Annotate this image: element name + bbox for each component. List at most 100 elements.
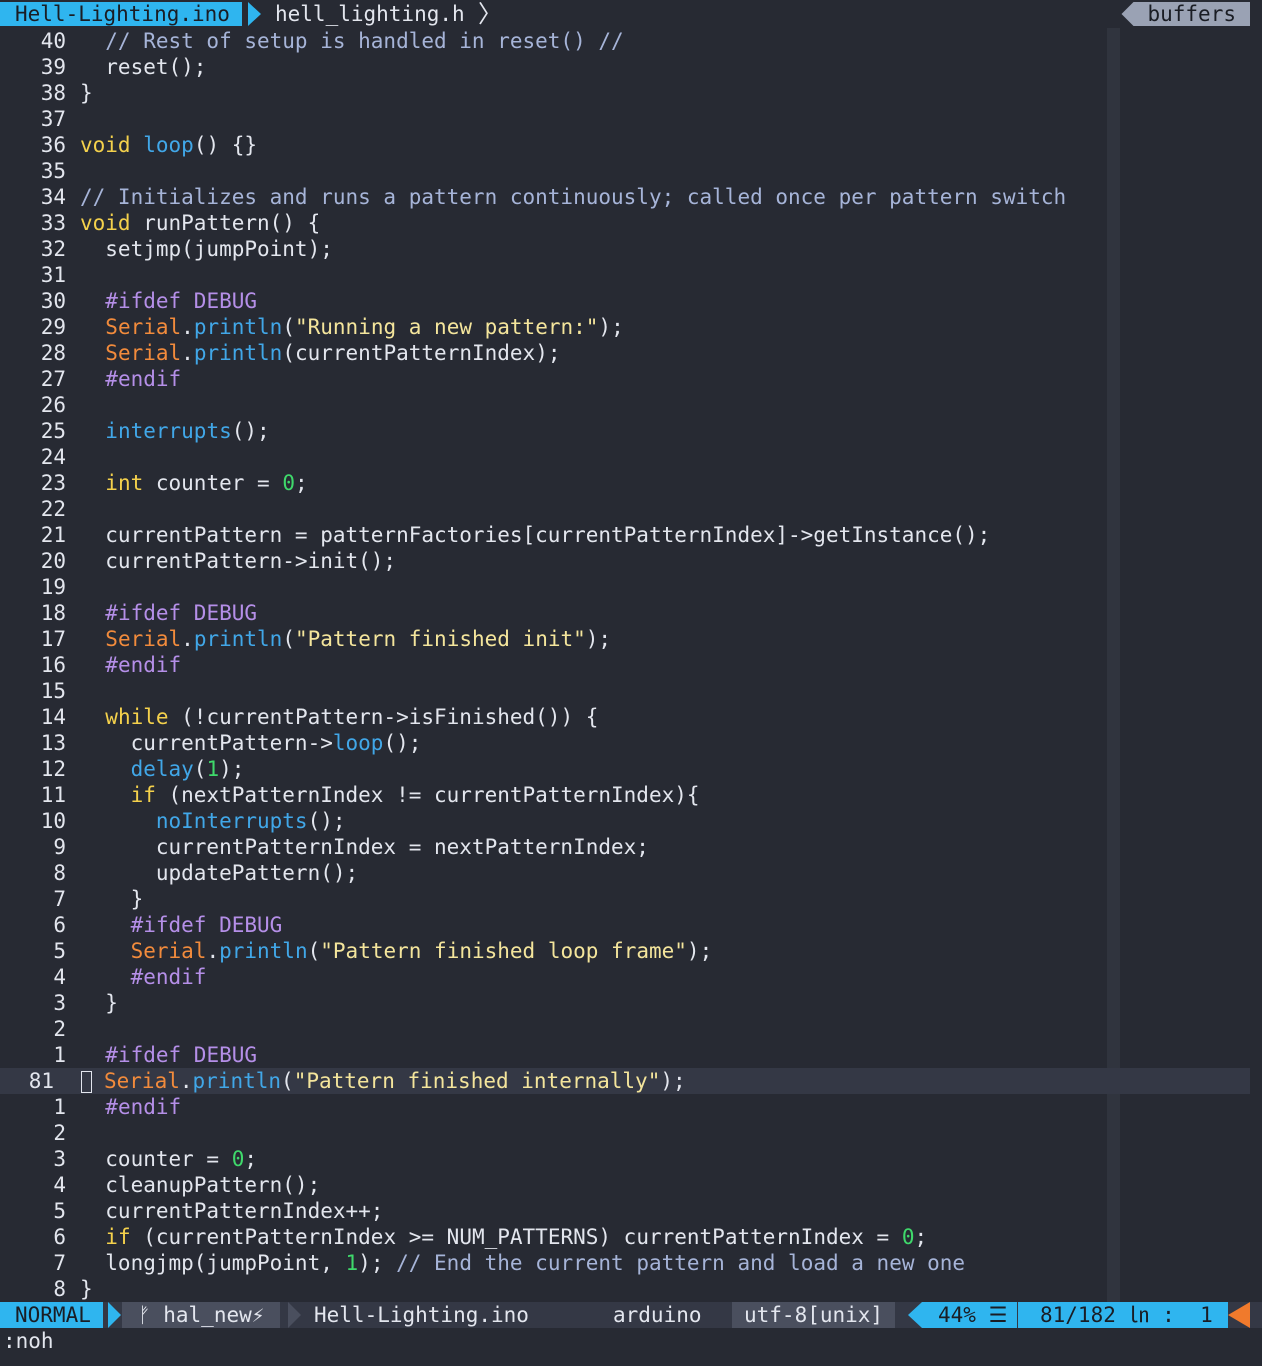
code-line[interactable]: 23 int counter = 0; (0, 470, 1250, 496)
code-line[interactable]: 29 Serial.println("Running a new pattern… (0, 314, 1250, 340)
code-token: Serial (105, 315, 182, 339)
code-text: if (currentPatternIndex >= NUM_PATTERNS)… (80, 1224, 927, 1250)
code-token: } (80, 887, 144, 911)
code-line[interactable]: 33 void runPattern() { (0, 210, 1250, 236)
code-token: // Initializes and runs a pattern contin… (80, 185, 1067, 209)
code-line[interactable]: 40 // Rest of setup is handled in reset(… (0, 28, 1250, 54)
code-line[interactable]: 7 longjmp(jumpPoint, 1); // End the curr… (0, 1250, 1250, 1276)
code-line[interactable]: 8} (0, 1276, 1250, 1302)
code-line[interactable]: 25 interrupts(); (0, 418, 1250, 444)
code-token: if (130, 783, 156, 807)
code-line[interactable]: 4 #endif (0, 964, 1250, 990)
code-line[interactable]: 2 (0, 1120, 1250, 1146)
code-line[interactable]: 7 } (0, 886, 1250, 912)
code-line[interactable]: 5 currentPatternIndex++; (0, 1198, 1250, 1224)
line-number: 5 (53, 1199, 66, 1223)
code-token: void (80, 211, 131, 235)
code-token: // Rest of setup is handled in reset() /… (80, 29, 624, 53)
code-line[interactable]: 3 counter = 0; (0, 1146, 1250, 1172)
code-token: ); (358, 1251, 397, 1275)
code-text: longjmp(jumpPoint, 1); // End the curren… (80, 1250, 965, 1276)
code-line[interactable]: 17 Serial.println("Pattern finished init… (0, 626, 1250, 652)
code-token: ); (686, 939, 713, 963)
code-token: } (80, 1277, 93, 1301)
code-line[interactable]: 21 currentPattern = patternFactories[cur… (0, 522, 1250, 548)
code-line[interactable]: 16 #endif (0, 652, 1250, 678)
code-line[interactable]: 30 #ifdef DEBUG (0, 288, 1250, 314)
code-line[interactable]: 27 #endif (0, 366, 1250, 392)
code-line[interactable]: 32 setjmp(jumpPoint); (0, 236, 1250, 262)
code-line[interactable]: 36 void loop() {} (0, 132, 1250, 158)
code-line[interactable]: 1 #ifdef DEBUG (0, 1042, 1250, 1068)
code-line[interactable]: 6 #ifdef DEBUG (0, 912, 1250, 938)
code-line[interactable]: 34 // Initializes and runs a pattern cont… (0, 184, 1250, 210)
code-text: updatePattern(); (80, 860, 358, 886)
code-text: int counter = 0; (80, 470, 307, 496)
code-line[interactable]: 10 noInterrupts(); (0, 808, 1250, 834)
code-line[interactable]: 24 (0, 444, 1250, 470)
code-text: if (nextPatternIndex != currentPatternIn… (80, 782, 700, 808)
code-line[interactable]: 1 #endif (0, 1094, 1250, 1120)
code-text: #endif (80, 652, 181, 678)
code-token: (currentPatternIndex >= NUM_PATTERNS) cu… (130, 1225, 902, 1249)
line-number: 1 (53, 1043, 66, 1067)
code-token: println (219, 939, 308, 963)
code-token: (currentPatternIndex); (282, 341, 561, 365)
command-line[interactable]: :noh (0, 1328, 1262, 1366)
code-line[interactable]: 37 (0, 106, 1250, 132)
code-line[interactable]: 20 currentPattern->init(); (0, 548, 1250, 574)
code-editor[interactable]: 40 // Rest of setup is handled in reset(… (0, 28, 1250, 1302)
line-number: 34 (40, 185, 66, 209)
code-line[interactable]: 12 delay(1); (0, 756, 1250, 782)
code-line[interactable]: 38} (0, 80, 1250, 106)
code-token: loop (332, 731, 384, 755)
code-line[interactable]: 4 cleanupPattern(); (0, 1172, 1250, 1198)
code-line[interactable]: 13 currentPattern->loop(); (0, 730, 1250, 756)
text-cursor (81, 1071, 92, 1093)
code-token: int (105, 471, 144, 495)
line-number: 8 (53, 1277, 66, 1301)
code-token: void (80, 133, 131, 157)
code-token: println (193, 627, 283, 651)
code-line[interactable]: 19 (0, 574, 1250, 600)
code-line[interactable]: 18 #ifdef DEBUG (0, 600, 1250, 626)
encoding: utf-8[unix] (732, 1302, 896, 1328)
line-number: 4 (53, 1173, 66, 1197)
code-line[interactable]: 8 updatePattern(); (0, 860, 1250, 886)
code-token: reset(); (80, 55, 207, 79)
code-line[interactable]: 11 if (nextPatternIndex != currentPatter… (0, 782, 1250, 808)
code-line[interactable]: 3 } (0, 990, 1250, 1016)
tab-hell-lighting-ino[interactable]: Hell-Lighting.ino (0, 2, 242, 26)
code-line[interactable]: 6 if (currentPatternIndex >= NUM_PATTERN… (0, 1224, 1250, 1250)
code-line[interactable]: 31 (0, 262, 1250, 288)
line-number: 37 (40, 107, 66, 131)
code-text: #ifdef DEBUG (80, 288, 257, 314)
code-line[interactable]: 28 Serial.println(currentPatternIndex); (0, 340, 1250, 366)
code-token: "Running a new pattern:" (294, 315, 599, 339)
code-token: (nextPatternIndex != currentPatternIndex… (155, 783, 700, 807)
code-line[interactable]: 26 (0, 392, 1250, 418)
line-number: 4 (53, 965, 66, 989)
code-line[interactable]: 39 reset(); (0, 54, 1250, 80)
code-text: currentPattern->init(); (80, 548, 396, 574)
code-line[interactable]: 15 (0, 678, 1250, 704)
current-code-line[interactable]: 81 Serial.println("Pattern finished inter… (0, 1068, 1250, 1094)
code-line[interactable]: 2 (0, 1016, 1250, 1042)
line-number: 11 (40, 783, 66, 807)
code-token: currentPatternIndex = nextPatternIndex; (80, 835, 649, 859)
code-line[interactable]: 5 Serial.println("Pattern finished loop … (0, 938, 1250, 964)
code-text: #ifdef DEBUG (80, 912, 283, 938)
code-line[interactable]: 9 currentPatternIndex = nextPatternIndex… (0, 834, 1250, 860)
code-line[interactable]: 14 while (!currentPattern->isFinished())… (0, 704, 1250, 730)
code-text: currentPatternIndex++; (80, 1198, 383, 1224)
code-token: (!currentPattern->isFinished()) { (168, 705, 599, 729)
code-line[interactable]: 22 (0, 496, 1250, 522)
code-token: . (179, 1069, 193, 1093)
code-line[interactable]: 35 (0, 158, 1250, 184)
tab-hell-lighting-h[interactable]: hell_lighting.h (275, 2, 465, 26)
